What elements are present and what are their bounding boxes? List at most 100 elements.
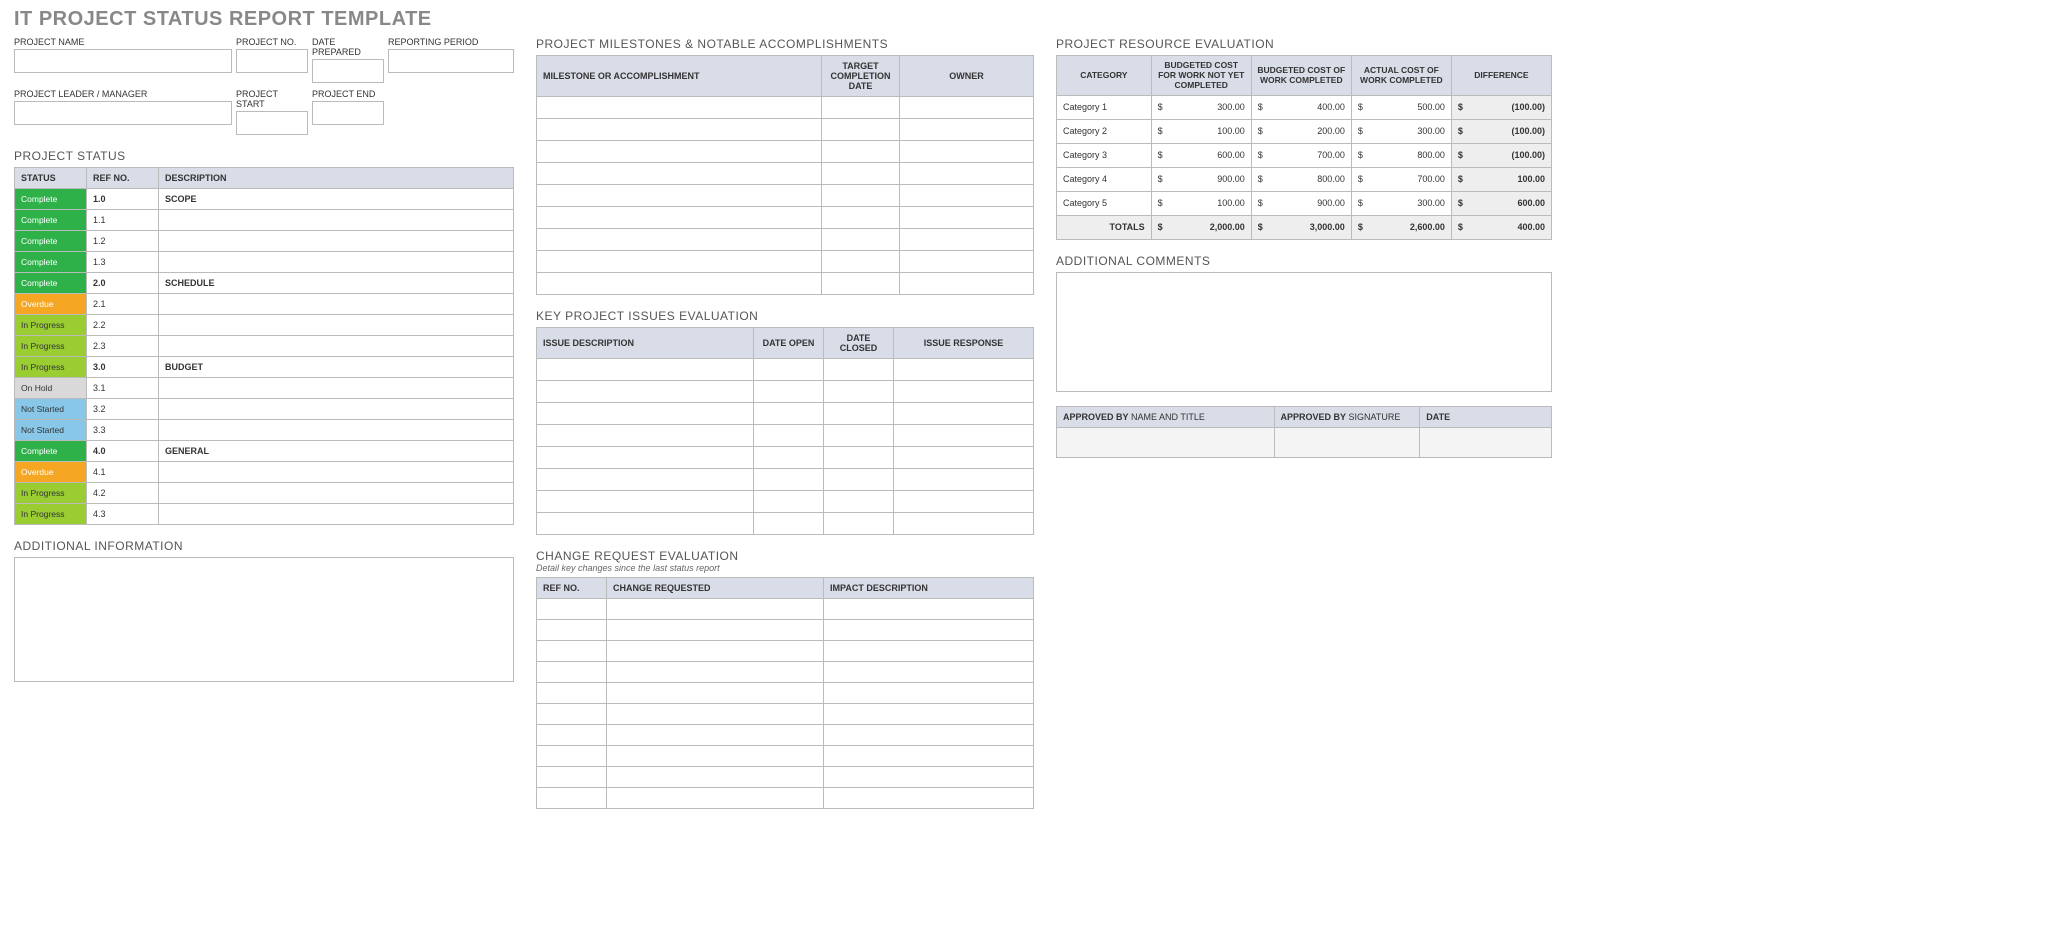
desc-cell[interactable] <box>159 483 514 504</box>
desc-cell[interactable] <box>159 315 514 336</box>
table-cell[interactable] <box>754 381 824 403</box>
table-cell[interactable] <box>824 620 1034 641</box>
status-cell[interactable]: In Progress <box>15 315 87 336</box>
table-cell[interactable] <box>537 788 607 809</box>
table-cell[interactable] <box>607 746 824 767</box>
desc-cell[interactable] <box>159 504 514 525</box>
table-cell[interactable] <box>824 599 1034 620</box>
status-cell[interactable]: In Progress <box>15 483 87 504</box>
table-cell[interactable] <box>824 381 894 403</box>
table-cell[interactable] <box>894 359 1034 381</box>
input-reporting-period[interactable] <box>388 49 514 73</box>
input-approved-name[interactable] <box>1057 427 1275 457</box>
input-project-start[interactable] <box>236 111 308 135</box>
table-cell[interactable] <box>824 447 894 469</box>
table-cell[interactable] <box>894 469 1034 491</box>
table-cell[interactable] <box>537 725 607 746</box>
status-cell[interactable]: In Progress <box>15 336 87 357</box>
status-cell[interactable]: Complete <box>15 273 87 294</box>
table-cell[interactable] <box>900 273 1034 295</box>
desc-cell[interactable] <box>159 420 514 441</box>
table-cell[interactable] <box>824 746 1034 767</box>
table-cell[interactable] <box>822 163 900 185</box>
table-cell[interactable] <box>894 513 1034 535</box>
status-cell[interactable]: Complete <box>15 189 87 210</box>
table-cell[interactable] <box>754 425 824 447</box>
table-cell[interactable] <box>537 207 822 229</box>
table-cell[interactable] <box>754 359 824 381</box>
table-cell[interactable] <box>900 163 1034 185</box>
status-cell[interactable]: Overdue <box>15 294 87 315</box>
status-cell[interactable]: Complete <box>15 210 87 231</box>
table-cell[interactable] <box>537 163 822 185</box>
table-cell[interactable] <box>824 683 1034 704</box>
table-cell[interactable] <box>537 513 754 535</box>
table-cell[interactable] <box>894 491 1034 513</box>
table-cell[interactable] <box>537 767 607 788</box>
desc-cell[interactable] <box>159 399 514 420</box>
input-approved-date[interactable] <box>1420 427 1552 457</box>
desc-cell[interactable] <box>159 210 514 231</box>
table-cell[interactable] <box>754 469 824 491</box>
input-project-end[interactable] <box>312 101 384 125</box>
table-cell[interactable] <box>824 641 1034 662</box>
table-cell[interactable] <box>537 683 607 704</box>
input-project-leader[interactable] <box>14 101 232 125</box>
desc-cell[interactable]: BUDGET <box>159 357 514 378</box>
desc-cell[interactable] <box>159 336 514 357</box>
status-cell[interactable]: Complete <box>15 441 87 462</box>
table-cell[interactable] <box>754 491 824 513</box>
table-cell[interactable] <box>537 273 822 295</box>
table-cell[interactable] <box>822 185 900 207</box>
table-cell[interactable] <box>822 251 900 273</box>
table-cell[interactable] <box>824 359 894 381</box>
table-cell[interactable] <box>900 207 1034 229</box>
table-cell[interactable] <box>607 683 824 704</box>
desc-cell[interactable] <box>159 294 514 315</box>
table-cell[interactable] <box>537 620 607 641</box>
table-cell[interactable] <box>822 229 900 251</box>
table-cell[interactable] <box>607 725 824 746</box>
table-cell[interactable] <box>822 273 900 295</box>
table-cell[interactable] <box>824 767 1034 788</box>
table-cell[interactable] <box>894 403 1034 425</box>
table-cell[interactable] <box>754 403 824 425</box>
status-cell[interactable]: Not Started <box>15 420 87 441</box>
table-cell[interactable] <box>537 641 607 662</box>
status-cell[interactable]: Overdue <box>15 462 87 483</box>
input-project-name[interactable] <box>14 49 232 73</box>
status-cell[interactable]: Complete <box>15 231 87 252</box>
table-cell[interactable] <box>900 185 1034 207</box>
table-cell[interactable] <box>754 447 824 469</box>
input-project-no[interactable] <box>236 49 308 73</box>
status-cell[interactable]: Not Started <box>15 399 87 420</box>
desc-cell[interactable]: GENERAL <box>159 441 514 462</box>
table-cell[interactable] <box>537 469 754 491</box>
table-cell[interactable] <box>607 767 824 788</box>
table-cell[interactable] <box>824 469 894 491</box>
desc-cell[interactable] <box>159 462 514 483</box>
table-cell[interactable] <box>537 599 607 620</box>
table-cell[interactable] <box>537 662 607 683</box>
table-cell[interactable] <box>894 425 1034 447</box>
table-cell[interactable] <box>607 599 824 620</box>
table-cell[interactable] <box>537 425 754 447</box>
table-cell[interactable] <box>537 491 754 513</box>
desc-cell[interactable] <box>159 231 514 252</box>
table-cell[interactable] <box>607 788 824 809</box>
table-cell[interactable] <box>537 185 822 207</box>
desc-cell[interactable] <box>159 252 514 273</box>
table-cell[interactable] <box>900 119 1034 141</box>
table-cell[interactable] <box>537 119 822 141</box>
table-cell[interactable] <box>894 381 1034 403</box>
table-cell[interactable] <box>824 403 894 425</box>
table-cell[interactable] <box>537 403 754 425</box>
table-cell[interactable] <box>824 513 894 535</box>
table-cell[interactable] <box>894 447 1034 469</box>
input-approved-signature[interactable] <box>1274 427 1420 457</box>
table-cell[interactable] <box>824 725 1034 746</box>
table-cell[interactable] <box>537 97 822 119</box>
table-cell[interactable] <box>537 359 754 381</box>
table-cell[interactable] <box>537 447 754 469</box>
table-cell[interactable] <box>537 381 754 403</box>
